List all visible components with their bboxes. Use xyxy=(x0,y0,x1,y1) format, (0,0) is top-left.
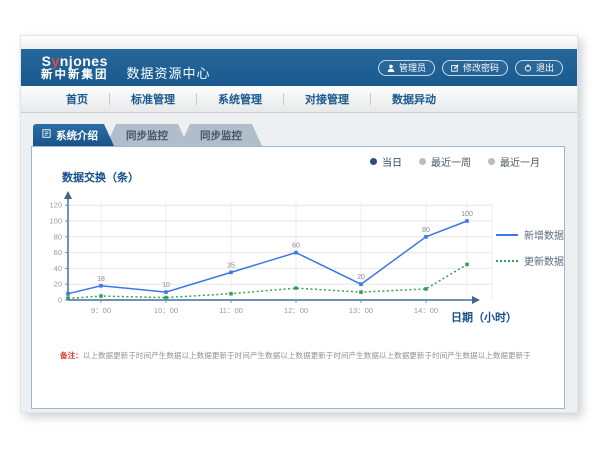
legend-item-new-data[interactable]: 新增数据 xyxy=(496,227,564,242)
svg-text:35: 35 xyxy=(227,262,235,269)
nav-item-data-change[interactable]: 数据异动 xyxy=(371,91,457,107)
filter-today[interactable]: 当日 xyxy=(370,154,402,169)
admin-user-button[interactable]: 管理员 xyxy=(378,60,435,76)
nav-item-standard-management[interactable]: 标准管理 xyxy=(110,91,196,107)
app-window: Synjones 新中新集团 数据资源中心 管理员 修改密码 xyxy=(20,35,578,413)
dotted-line-icon xyxy=(496,260,518,262)
power-icon xyxy=(524,64,532,72)
x-axis-title: 日期（小时） xyxy=(451,309,517,325)
filter-label: 最近一月 xyxy=(500,154,540,169)
period-filters: 当日 最近一周 最近一月 xyxy=(370,154,540,169)
tab-bar: 系统介绍 同步监控 同步监控 xyxy=(33,124,262,146)
svg-text:40: 40 xyxy=(54,264,62,273)
company-name: 新中新集团 xyxy=(41,69,109,81)
tab-label: 系统介绍 xyxy=(56,128,98,143)
filter-label: 最近一周 xyxy=(431,154,471,169)
page-background: Synjones 新中新集团 数据资源中心 管理员 修改密码 xyxy=(0,0,600,450)
footnote: 备注：以上数据更新于时间产生数据以上数据更新于时间产生数据以上数据更新于时间产生… xyxy=(60,350,556,361)
admin-user-label: 管理员 xyxy=(399,61,426,74)
svg-text:60: 60 xyxy=(292,243,300,250)
chart-legend: 新增数据 更新数据 xyxy=(496,227,564,268)
main-nav: 首页 标准管理 系统管理 对接管理 数据异动 xyxy=(21,86,577,113)
tab-sync-monitor-2[interactable]: 同步监控 xyxy=(180,124,262,146)
svg-text:11：00: 11：00 xyxy=(219,306,243,315)
change-password-label: 修改密码 xyxy=(463,61,499,74)
svg-text:0: 0 xyxy=(58,296,62,305)
svg-text:100: 100 xyxy=(49,217,62,226)
tab-system-intro[interactable]: 系统介绍 xyxy=(33,124,114,146)
legend-label: 新增数据 xyxy=(524,227,564,242)
svg-text:80: 80 xyxy=(422,227,430,234)
brand-accent: y xyxy=(51,53,59,69)
tab-label: 同步监控 xyxy=(126,128,168,143)
filter-last-week[interactable]: 最近一周 xyxy=(419,154,471,169)
svg-text:120: 120 xyxy=(49,201,62,210)
line-chart: 0 20 40 60 80 100 120 9：00 10：00 11：00 12：00 13：00 1… xyxy=(40,183,522,335)
svg-text:14：00: 14：00 xyxy=(414,306,438,315)
radio-icon xyxy=(488,158,495,165)
chart-panel: 当日 最近一周 最近一月 数据交换（条） 0204060801001209：00… xyxy=(31,146,565,409)
filter-last-month[interactable]: 最近一月 xyxy=(488,154,540,169)
legend-item-updated-data[interactable]: 更新数据 xyxy=(496,253,564,268)
app-title: 数据资源中心 xyxy=(127,63,211,82)
svg-text:12：00: 12：00 xyxy=(284,306,308,315)
change-password-button[interactable]: 修改密码 xyxy=(442,60,508,76)
nav-item-home[interactable]: 首页 xyxy=(45,91,109,107)
svg-text:9：00: 9：00 xyxy=(91,306,111,315)
svg-text:80: 80 xyxy=(54,232,62,241)
content-area: 系统介绍 同步监控 同步监控 当日 最 xyxy=(21,113,577,412)
logout-label: 退出 xyxy=(536,61,554,74)
solid-line-icon xyxy=(496,234,518,236)
app-header: Synjones 新中新集团 数据资源中心 管理员 修改密码 xyxy=(21,49,577,86)
tab-sync-monitor-1[interactable]: 同步监控 xyxy=(106,124,188,146)
document-icon xyxy=(42,129,51,141)
edit-icon xyxy=(451,64,459,72)
svg-text:60: 60 xyxy=(54,248,62,257)
radio-icon xyxy=(419,158,426,165)
svg-text:20: 20 xyxy=(54,280,62,289)
legend-label: 更新数据 xyxy=(524,253,564,268)
footnote-text: 以上数据更新于时间产生数据以上数据更新于时间产生数据以上数据更新于时间产生数据以… xyxy=(83,351,531,360)
svg-text:18: 18 xyxy=(97,276,105,283)
nav-item-system-management[interactable]: 系统管理 xyxy=(197,91,283,107)
logo: Synjones 新中新集团 xyxy=(41,54,109,81)
brand-name: Synjones xyxy=(42,54,108,69)
tab-label: 同步监控 xyxy=(200,128,242,143)
footnote-label: 备注： xyxy=(60,351,83,360)
svg-text:10: 10 xyxy=(162,282,170,289)
nav-item-docking-management[interactable]: 对接管理 xyxy=(284,91,370,107)
user-icon xyxy=(387,64,395,72)
svg-text:13：00: 13：00 xyxy=(349,306,373,315)
window-top-strip xyxy=(21,36,577,49)
svg-text:100: 100 xyxy=(461,211,473,218)
filter-label: 当日 xyxy=(382,154,402,169)
logout-button[interactable]: 退出 xyxy=(515,60,563,76)
svg-text:20: 20 xyxy=(357,274,365,281)
svg-text:10：00: 10：00 xyxy=(154,306,178,315)
radio-selected-icon xyxy=(370,158,377,165)
